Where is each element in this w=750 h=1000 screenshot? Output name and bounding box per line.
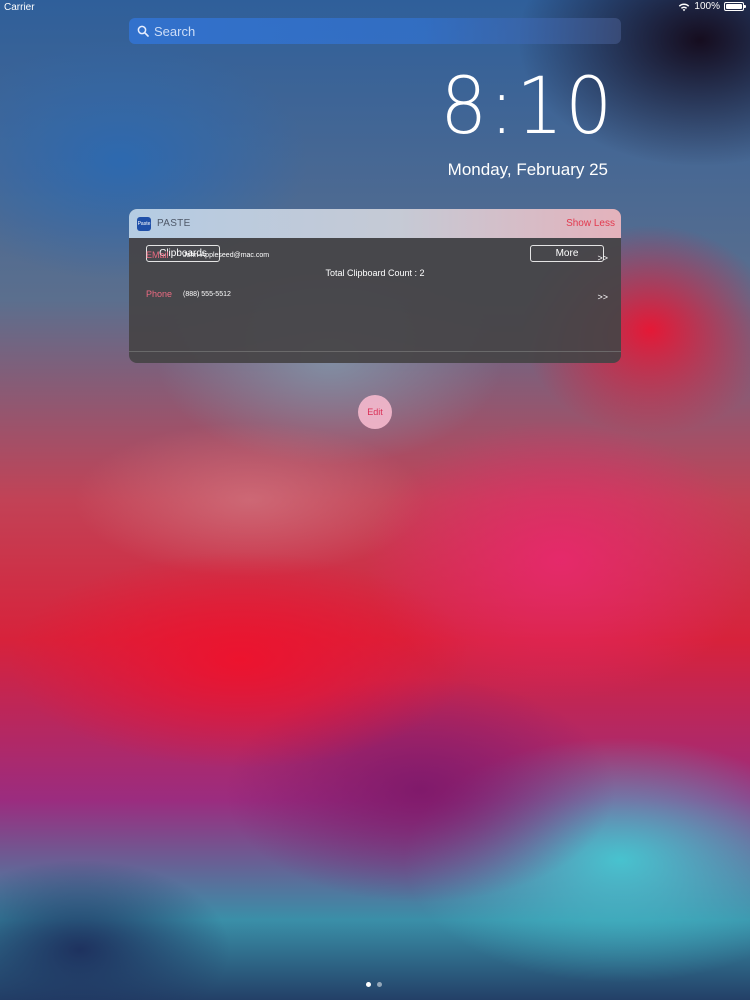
widget-app-name: PASTE <box>157 218 191 229</box>
edit-widgets-button[interactable]: Edit <box>358 395 392 429</box>
wallpaper <box>0 0 750 1000</box>
battery-icon <box>724 2 746 11</box>
clip-label: EMail <box>146 250 169 260</box>
status-bar: Carrier 100% <box>0 0 750 16</box>
total-clipboard-count: Total Clipboard Count : 2 <box>325 268 425 278</box>
paste-app-icon: Paste <box>137 216 151 231</box>
clip-open-arrow[interactable]: >> <box>597 292 608 302</box>
search-icon <box>137 25 149 37</box>
search-bar[interactable] <box>129 18 621 44</box>
carrier-label: Carrier <box>4 2 35 13</box>
clip-value: (888) 555-5512 <box>183 291 231 298</box>
more-button[interactable]: More <box>530 245 604 262</box>
battery-percent: 100% <box>694 1 720 12</box>
widget-header: Paste PASTE Show Less <box>129 209 621 238</box>
page-dot <box>377 982 382 987</box>
clock-time: 8:10 <box>439 62 614 152</box>
status-right-group: 100% <box>678 1 746 12</box>
clip-label: Phone <box>146 289 173 299</box>
show-less-button[interactable]: Show Less <box>566 218 615 229</box>
wifi-icon <box>679 2 690 11</box>
widget-body: Clipboards More Total Clipboard Count : … <box>129 238 621 363</box>
paste-widget: Paste PASTE Show Less Clipboards More To… <box>129 209 621 363</box>
clipboard-row-phone[interactable]: Phone (888) 555-5512 >> <box>129 289 621 360</box>
page-dot-current <box>366 982 371 987</box>
page-indicator[interactable] <box>366 982 382 987</box>
search-input[interactable] <box>154 23 621 39</box>
clock-date: Monday, February 25 <box>447 160 608 179</box>
clip-value: John-Appleseed@mac.com <box>183 252 270 259</box>
clip-open-arrow[interactable]: >> <box>597 253 608 263</box>
